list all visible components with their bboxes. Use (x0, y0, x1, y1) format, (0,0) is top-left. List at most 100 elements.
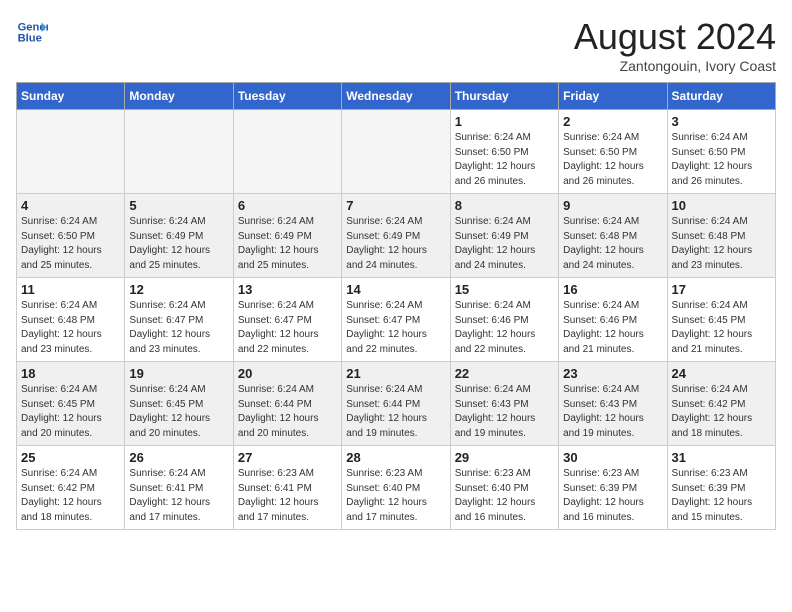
day-info: Sunrise: 6:24 AM Sunset: 6:44 PM Dayligh… (346, 383, 445, 441)
calendar-cell: 2 Sunrise: 6:24 AM Sunset: 6:50 PM Daylig… (559, 110, 667, 194)
calendar-cell (342, 110, 450, 194)
calendar-cell: 4 Sunrise: 6:24 AM Sunset: 6:50 PM Daylig… (17, 194, 125, 278)
calendar-cell: 6Sunrise: 6:24 AM Sunset: 6:49 PM Daylig… (233, 194, 341, 278)
logo-icon: General Blue (16, 16, 48, 48)
calendar-header-row: SundayMondayTuesdayWednesdayThursdayFrid… (17, 83, 776, 110)
month-year-title: August 2024 (574, 16, 776, 58)
column-header-monday: Monday (125, 83, 233, 110)
day-info: Sunrise: 6:24 AM Sunset: 6:50 PM Dayligh… (455, 131, 554, 189)
calendar-cell: 27 Sunrise: 6:23 AM Sunset: 6:41 PM Dayli… (233, 446, 341, 530)
day-info: Sunrise: 6:24 AM Sunset: 6:50 PM Dayligh… (21, 215, 120, 273)
day-number: 16 (563, 282, 662, 297)
calendar-week-row: 4 Sunrise: 6:24 AM Sunset: 6:50 PM Daylig… (17, 194, 776, 278)
day-info: Sunrise: 6:24 AM Sunset: 6:48 PM Dayligh… (672, 215, 771, 273)
location-subtitle: Zantongouin, Ivory Coast (574, 58, 776, 74)
day-number: 18 (21, 366, 120, 381)
day-number: 13 (238, 282, 337, 297)
day-info: Sunrise: 6:23 AM Sunset: 6:39 PM Dayligh… (563, 467, 662, 525)
svg-text:Blue: Blue (18, 33, 42, 45)
day-info: Sunrise: 6:23 AM Sunset: 6:40 PM Dayligh… (346, 467, 445, 525)
day-number: 23 (563, 366, 662, 381)
calendar-cell (17, 110, 125, 194)
day-number: 4 (21, 198, 120, 213)
day-number: 27 (238, 450, 337, 465)
column-header-tuesday: Tuesday (233, 83, 341, 110)
day-number: 30 (563, 450, 662, 465)
day-number: 3 (672, 114, 771, 129)
calendar-cell: 13 Sunrise: 6:24 AM Sunset: 6:47 PM Dayli… (233, 278, 341, 362)
day-info: Sunrise: 6:24 AM Sunset: 6:48 PM Dayligh… (21, 299, 120, 357)
calendar-cell (233, 110, 341, 194)
calendar-cell: 9Sunrise: 6:24 AM Sunset: 6:48 PM Daylig… (559, 194, 667, 278)
column-header-thursday: Thursday (450, 83, 558, 110)
day-info: Sunrise: 6:24 AM Sunset: 6:49 PM Dayligh… (455, 215, 554, 273)
calendar-cell: 1Sunrise: 6:24 AM Sunset: 6:50 PM Daylig… (450, 110, 558, 194)
day-info: Sunrise: 6:24 AM Sunset: 6:43 PM Dayligh… (563, 383, 662, 441)
day-info: Sunrise: 6:24 AM Sunset: 6:41 PM Dayligh… (129, 467, 228, 525)
calendar-cell: 24 Sunrise: 6:24 AM Sunset: 6:42 PM Dayli… (667, 362, 775, 446)
day-info: Sunrise: 6:24 AM Sunset: 6:42 PM Dayligh… (21, 467, 120, 525)
day-number: 24 (672, 366, 771, 381)
day-info: Sunrise: 6:23 AM Sunset: 6:40 PM Dayligh… (455, 467, 554, 525)
day-info: Sunrise: 6:24 AM Sunset: 6:42 PM Dayligh… (672, 383, 771, 441)
day-info: Sunrise: 6:24 AM Sunset: 6:47 PM Dayligh… (346, 299, 445, 357)
day-number: 26 (129, 450, 228, 465)
day-info: Sunrise: 6:24 AM Sunset: 6:45 PM Dayligh… (129, 383, 228, 441)
calendar-cell: 30 Sunrise: 6:23 AM Sunset: 6:39 PM Dayli… (559, 446, 667, 530)
calendar-cell: 29Sunrise: 6:23 AM Sunset: 6:40 PM Dayli… (450, 446, 558, 530)
calendar-cell: 25Sunrise: 6:24 AM Sunset: 6:42 PM Dayli… (17, 446, 125, 530)
column-header-saturday: Saturday (667, 83, 775, 110)
calendar-cell: 7Sunrise: 6:24 AM Sunset: 6:49 PM Daylig… (342, 194, 450, 278)
calendar-cell: 19Sunrise: 6:24 AM Sunset: 6:45 PM Dayli… (125, 362, 233, 446)
logo: General Blue (16, 16, 48, 48)
day-number: 2 (563, 114, 662, 129)
day-number: 21 (346, 366, 445, 381)
day-info: Sunrise: 6:24 AM Sunset: 6:47 PM Dayligh… (238, 299, 337, 357)
day-number: 20 (238, 366, 337, 381)
day-number: 11 (21, 282, 120, 297)
calendar-cell: 14 Sunrise: 6:24 AM Sunset: 6:47 PM Dayli… (342, 278, 450, 362)
day-info: Sunrise: 6:24 AM Sunset: 6:50 PM Dayligh… (563, 131, 662, 189)
calendar-week-row: 25Sunrise: 6:24 AM Sunset: 6:42 PM Dayli… (17, 446, 776, 530)
calendar-cell: 17Sunrise: 6:24 AM Sunset: 6:45 PM Dayli… (667, 278, 775, 362)
calendar-cell: 8 Sunrise: 6:24 AM Sunset: 6:49 PM Daylig… (450, 194, 558, 278)
calendar-cell: 26 Sunrise: 6:24 AM Sunset: 6:41 PM Dayli… (125, 446, 233, 530)
day-info: Sunrise: 6:24 AM Sunset: 6:44 PM Dayligh… (238, 383, 337, 441)
day-info: Sunrise: 6:23 AM Sunset: 6:41 PM Dayligh… (238, 467, 337, 525)
calendar-cell: 31 Sunrise: 6:23 AM Sunset: 6:39 PM Dayli… (667, 446, 775, 530)
calendar-cell: 10 Sunrise: 6:24 AM Sunset: 6:48 PM Dayli… (667, 194, 775, 278)
day-info: Sunrise: 6:24 AM Sunset: 6:50 PM Dayligh… (672, 131, 771, 189)
calendar-cell: 23 Sunrise: 6:24 AM Sunset: 6:43 PM Dayli… (559, 362, 667, 446)
day-number: 17 (672, 282, 771, 297)
day-number: 8 (455, 198, 554, 213)
calendar-cell: 15Sunrise: 6:24 AM Sunset: 6:46 PM Dayli… (450, 278, 558, 362)
day-info: Sunrise: 6:24 AM Sunset: 6:43 PM Dayligh… (455, 383, 554, 441)
calendar-cell: 12Sunrise: 6:24 AM Sunset: 6:47 PM Dayli… (125, 278, 233, 362)
day-info: Sunrise: 6:23 AM Sunset: 6:39 PM Dayligh… (672, 467, 771, 525)
calendar-week-row: 18 Sunrise: 6:24 AM Sunset: 6:45 PM Dayli… (17, 362, 776, 446)
calendar-week-row: 1Sunrise: 6:24 AM Sunset: 6:50 PM Daylig… (17, 110, 776, 194)
day-number: 14 (346, 282, 445, 297)
column-header-friday: Friday (559, 83, 667, 110)
day-info: Sunrise: 6:24 AM Sunset: 6:49 PM Dayligh… (129, 215, 228, 273)
calendar-cell: 22 Sunrise: 6:24 AM Sunset: 6:43 PM Dayli… (450, 362, 558, 446)
calendar-cell: 3 Sunrise: 6:24 AM Sunset: 6:50 PM Daylig… (667, 110, 775, 194)
calendar-cell: 18 Sunrise: 6:24 AM Sunset: 6:45 PM Dayli… (17, 362, 125, 446)
day-number: 22 (455, 366, 554, 381)
calendar-cell: 28Sunrise: 6:23 AM Sunset: 6:40 PM Dayli… (342, 446, 450, 530)
calendar-cell: 11 Sunrise: 6:24 AM Sunset: 6:48 PM Dayli… (17, 278, 125, 362)
day-number: 7 (346, 198, 445, 213)
column-header-wednesday: Wednesday (342, 83, 450, 110)
calendar-week-row: 11 Sunrise: 6:24 AM Sunset: 6:48 PM Dayli… (17, 278, 776, 362)
day-info: Sunrise: 6:24 AM Sunset: 6:47 PM Dayligh… (129, 299, 228, 357)
day-number: 10 (672, 198, 771, 213)
calendar-table: SundayMondayTuesdayWednesdayThursdayFrid… (16, 82, 776, 530)
calendar-cell (125, 110, 233, 194)
calendar-cell: 20 Sunrise: 6:24 AM Sunset: 6:44 PM Dayli… (233, 362, 341, 446)
page-header: General Blue August 2024 Zantongouin, Iv… (16, 16, 776, 74)
day-number: 15 (455, 282, 554, 297)
calendar-cell: 5Sunrise: 6:24 AM Sunset: 6:49 PM Daylig… (125, 194, 233, 278)
day-number: 31 (672, 450, 771, 465)
calendar-cell: 16Sunrise: 6:24 AM Sunset: 6:46 PM Dayli… (559, 278, 667, 362)
day-info: Sunrise: 6:24 AM Sunset: 6:45 PM Dayligh… (21, 383, 120, 441)
